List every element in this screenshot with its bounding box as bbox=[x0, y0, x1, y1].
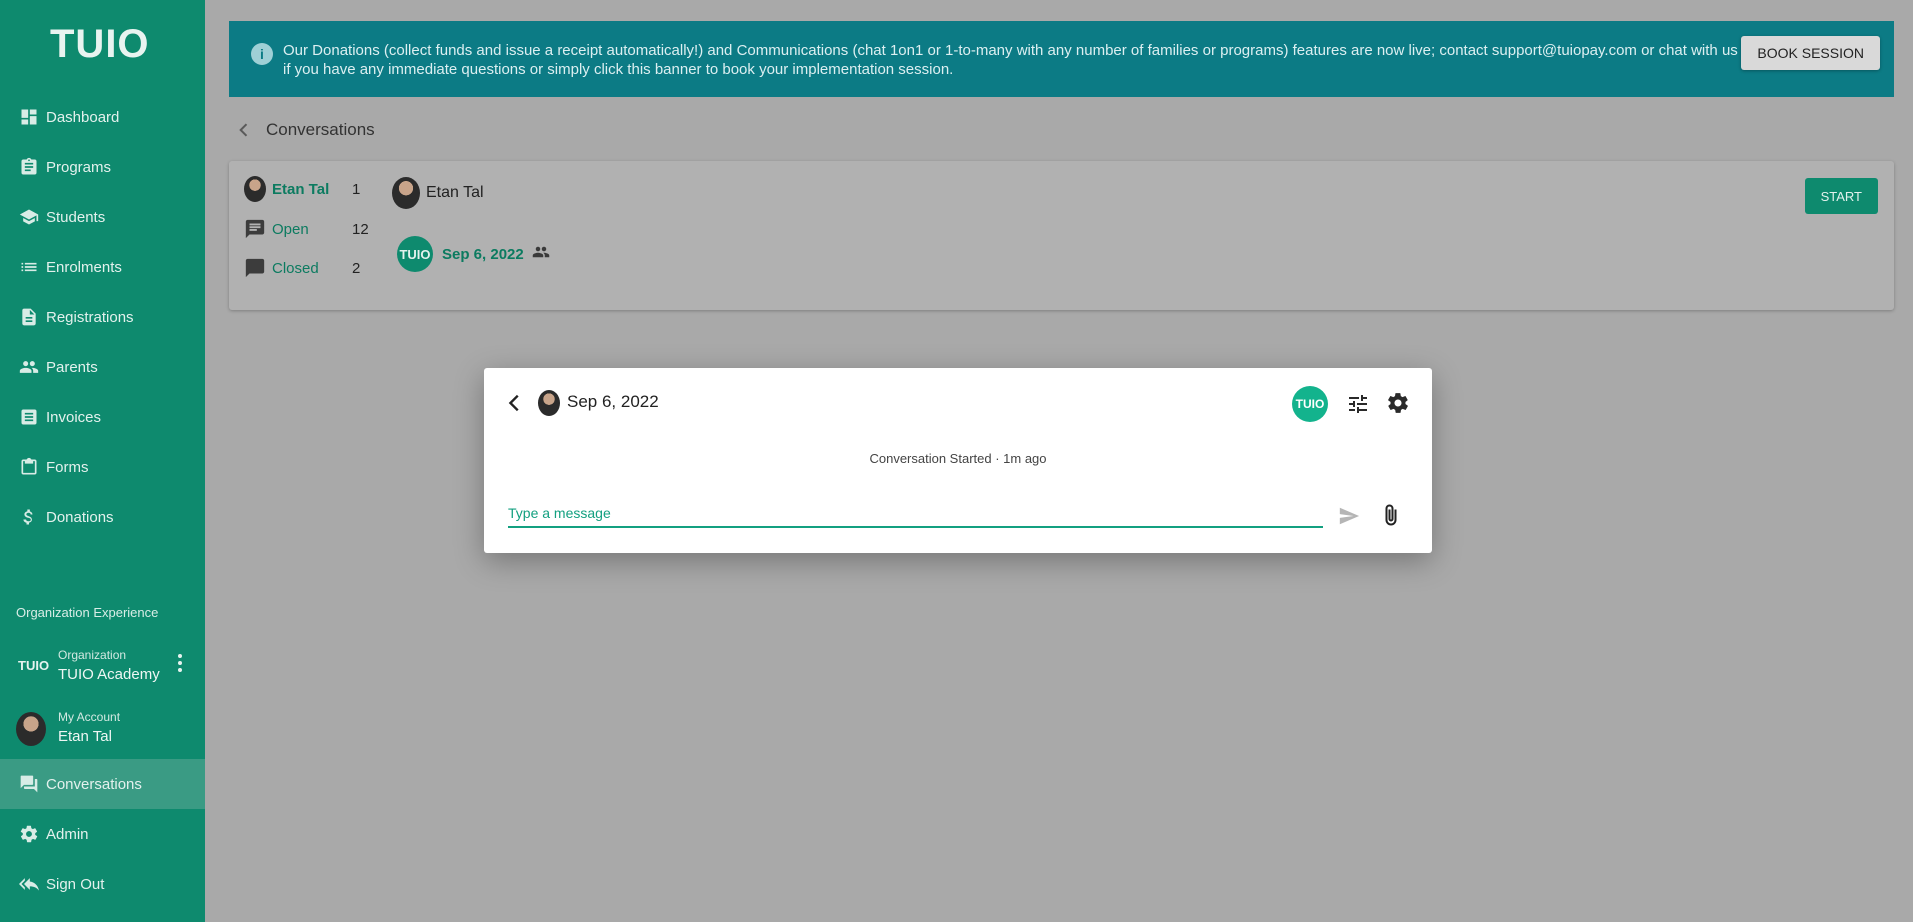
filter-user[interactable]: Etan Tal 1 bbox=[244, 176, 364, 202]
avatar bbox=[16, 712, 46, 746]
sidebar-item-invoices[interactable]: Invoices bbox=[0, 392, 205, 442]
send-icon[interactable] bbox=[1336, 505, 1362, 527]
filter-label: Open bbox=[272, 220, 309, 238]
tuio-logo[interactable]: TUIO bbox=[50, 22, 150, 67]
sidebar-item-label: Students bbox=[46, 208, 106, 226]
people-icon bbox=[18, 356, 40, 378]
conversation-dialog: Sep 6, 2022 TUIO Conversation Started · … bbox=[484, 368, 1432, 553]
clipboard-icon bbox=[18, 156, 40, 178]
more-vert-icon[interactable] bbox=[177, 654, 183, 674]
sidebar-item-label: Conversations bbox=[46, 775, 142, 793]
form-icon bbox=[18, 456, 40, 478]
sidebar-item-admin[interactable]: Admin bbox=[0, 809, 205, 859]
tuio-badge: TUIO bbox=[397, 236, 433, 272]
chat-icon bbox=[18, 773, 40, 795]
sidebar-item-forms[interactable]: Forms bbox=[0, 442, 205, 492]
tune-icon[interactable] bbox=[1346, 392, 1370, 416]
organization-caption: Organization bbox=[58, 648, 127, 662]
document-icon bbox=[18, 306, 40, 328]
filter-label: Etan Tal bbox=[272, 180, 330, 198]
page-title: Conversations bbox=[266, 120, 375, 139]
section-label: Organization Experience bbox=[16, 605, 159, 620]
dialog-title: Sep 6, 2022 bbox=[567, 392, 659, 411]
banner-text: Our Donations (collect funds and issue a… bbox=[283, 42, 1738, 78]
chevron-left-icon[interactable] bbox=[504, 392, 526, 414]
organization-logo: TUIO bbox=[18, 658, 50, 673]
thread-date: Sep 6, 2022 bbox=[442, 245, 524, 263]
sidebar-item-label: Sign Out bbox=[46, 875, 105, 893]
sidebar: TUIO Dashboard Programs Students Enrolme… bbox=[0, 0, 205, 922]
organization-name: TUIO Academy bbox=[58, 666, 160, 683]
chat-bubble-icon bbox=[244, 218, 266, 240]
attach-icon[interactable] bbox=[1379, 502, 1403, 528]
filter-count: 1 bbox=[352, 180, 361, 198]
sidebar-item-parents[interactable]: Parents bbox=[0, 342, 205, 392]
system-message: Conversation Started · 1m ago bbox=[869, 451, 1047, 466]
sidebar-item-label: Enrolments bbox=[46, 258, 122, 276]
sidebar-item-conversations[interactable]: Conversations bbox=[0, 759, 205, 809]
sidebar-item-sign-out[interactable]: Sign Out bbox=[0, 859, 205, 909]
dollar-icon bbox=[18, 506, 40, 528]
chat-bubble-filled-icon bbox=[244, 257, 266, 279]
conversation-participant: Etan Tal bbox=[392, 177, 484, 209]
sidebar-item-label: Dashboard bbox=[46, 108, 120, 126]
organization-switcher[interactable]: TUIO Organization TUIO Academy bbox=[0, 640, 205, 692]
avatar bbox=[392, 177, 420, 209]
start-button[interactable]: START bbox=[1804, 178, 1878, 214]
sidebar-item-students[interactable]: Students bbox=[0, 192, 205, 242]
list-icon bbox=[18, 256, 40, 278]
sidebar-item-enrolments[interactable]: Enrolments bbox=[0, 242, 205, 292]
sidebar-item-programs[interactable]: Programs bbox=[0, 142, 205, 192]
message-input[interactable] bbox=[508, 500, 1323, 528]
sidebar-item-label: Invoices bbox=[46, 408, 102, 426]
book-session-button[interactable]: BOOK SESSION bbox=[1741, 36, 1880, 70]
filter-label: Closed bbox=[272, 259, 319, 277]
filter-open[interactable]: Open 12 bbox=[244, 217, 369, 241]
tuio-badge[interactable]: TUIO bbox=[1292, 386, 1328, 422]
avatar bbox=[244, 176, 266, 202]
my-account[interactable]: My Account Etan Tal bbox=[0, 704, 205, 756]
page-header: Conversations bbox=[234, 118, 375, 142]
info-icon: i bbox=[251, 43, 273, 65]
dashboard-icon bbox=[18, 106, 40, 128]
school-icon bbox=[18, 206, 40, 228]
sidebar-item-donations[interactable]: Donations bbox=[0, 492, 205, 542]
chevron-left-icon[interactable] bbox=[234, 120, 254, 140]
account-name: Etan Tal bbox=[58, 728, 112, 745]
gear-icon[interactable] bbox=[1386, 391, 1410, 415]
sidebar-item-label: Programs bbox=[46, 158, 112, 176]
sidebar-item-label: Forms bbox=[46, 458, 89, 476]
filter-count: 12 bbox=[352, 220, 369, 238]
sidebar-item-registrations[interactable]: Registrations bbox=[0, 292, 205, 342]
sidebar-item-dashboard[interactable]: Dashboard bbox=[0, 92, 205, 142]
invoice-icon bbox=[18, 406, 40, 428]
participant-name: Etan Tal bbox=[426, 184, 484, 201]
sidebar-item-label: Parents bbox=[46, 358, 98, 376]
gear-icon bbox=[18, 823, 40, 845]
filter-closed[interactable]: Closed 2 bbox=[244, 256, 364, 280]
sidebar-item-label: Registrations bbox=[46, 308, 134, 326]
reply-all-icon bbox=[18, 873, 40, 895]
filter-count: 2 bbox=[352, 259, 361, 277]
group-icon bbox=[532, 243, 550, 266]
sidebar-item-label: Donations bbox=[46, 508, 114, 526]
account-caption: My Account bbox=[58, 710, 121, 724]
conversations-card: Etan Tal 1 Open 12 Closed 2 Etan Tal TUI… bbox=[229, 161, 1894, 310]
sidebar-item-label: Admin bbox=[46, 825, 89, 843]
announcement-banner[interactable]: i Our Donations (collect funds and issue… bbox=[229, 21, 1894, 97]
thread-item[interactable]: TUIO Sep 6, 2022 bbox=[397, 236, 550, 272]
avatar bbox=[538, 390, 560, 416]
